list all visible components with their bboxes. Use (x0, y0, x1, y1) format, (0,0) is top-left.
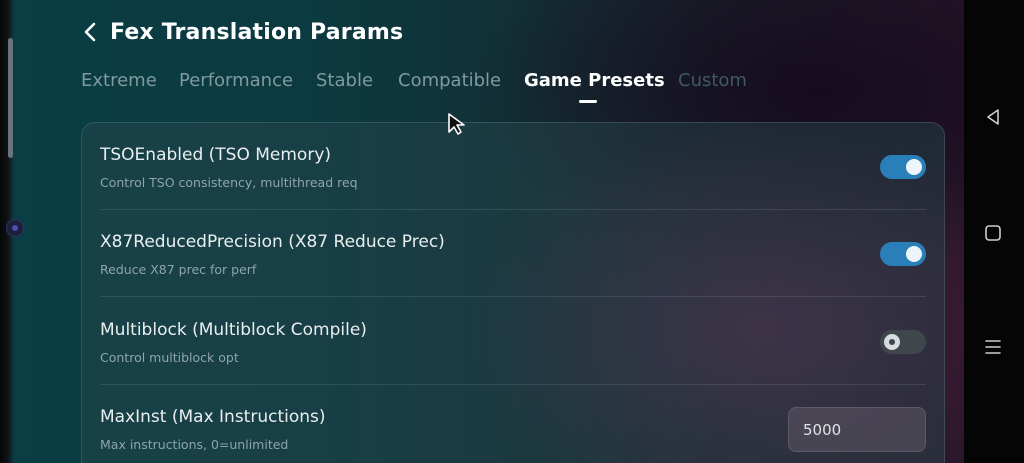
setting-title: Multiblock (Multiblock Compile) (100, 320, 367, 340)
row-divider (100, 296, 926, 297)
setting-title: X87ReducedPrecision (X87 Reduce Prec) (100, 232, 445, 252)
tso-toggle[interactable] (880, 155, 926, 179)
setting-row-tso: TSOEnabled (TSO Memory) Control TSO cons… (82, 123, 944, 210)
x87-toggle[interactable] (880, 242, 926, 266)
mouse-pointer-icon (448, 113, 465, 135)
setting-row-multiblock: Multiblock (Multiblock Compile) Control … (82, 298, 944, 385)
tab-extreme[interactable]: Extreme (81, 70, 157, 91)
tab-compatible[interactable]: Compatible (398, 70, 501, 91)
setting-description: Control TSO consistency, multithread req (100, 175, 358, 190)
tab-stable[interactable]: Stable (316, 70, 373, 91)
max-instructions-input[interactable]: 5000 (788, 407, 926, 452)
tab-custom[interactable]: Custom (678, 70, 747, 91)
triangle-back-icon[interactable] (982, 106, 1004, 128)
square-home-icon[interactable] (982, 222, 1004, 244)
active-tab-indicator (579, 100, 597, 103)
setting-description: Reduce X87 prec for perf (100, 262, 257, 277)
page-title: Fex Translation Params (110, 19, 404, 45)
system-navigation-bar (964, 0, 1024, 463)
setting-title: TSOEnabled (TSO Memory) (100, 145, 332, 165)
toggle-knob (906, 159, 922, 175)
front-camera (6, 219, 24, 237)
settings-card: TSOEnabled (TSO Memory) Control TSO cons… (81, 122, 945, 463)
multiblock-toggle[interactable] (880, 330, 926, 354)
setting-description: Max instructions, 0=unlimited (100, 437, 289, 452)
setting-description: Control multiblock opt (100, 350, 239, 365)
app-header: Fex Translation Params (80, 14, 403, 50)
toggle-knob (884, 334, 900, 350)
screen: Fex Translation Params Extreme Performan… (0, 0, 1024, 463)
menu-lines-icon[interactable] (982, 336, 1004, 358)
chevron-left-icon[interactable] (80, 21, 102, 43)
tab-game-presets[interactable]: Game Presets (524, 70, 665, 91)
edge-scroll-indicator (8, 38, 13, 158)
setting-row-x87: X87ReducedPrecision (X87 Reduce Prec) Re… (82, 210, 944, 297)
tab-performance[interactable]: Performance (179, 70, 293, 91)
screen-edge (0, 0, 24, 463)
setting-title: MaxInst (Max Instructions) (100, 407, 326, 427)
toggle-knob (906, 246, 922, 262)
